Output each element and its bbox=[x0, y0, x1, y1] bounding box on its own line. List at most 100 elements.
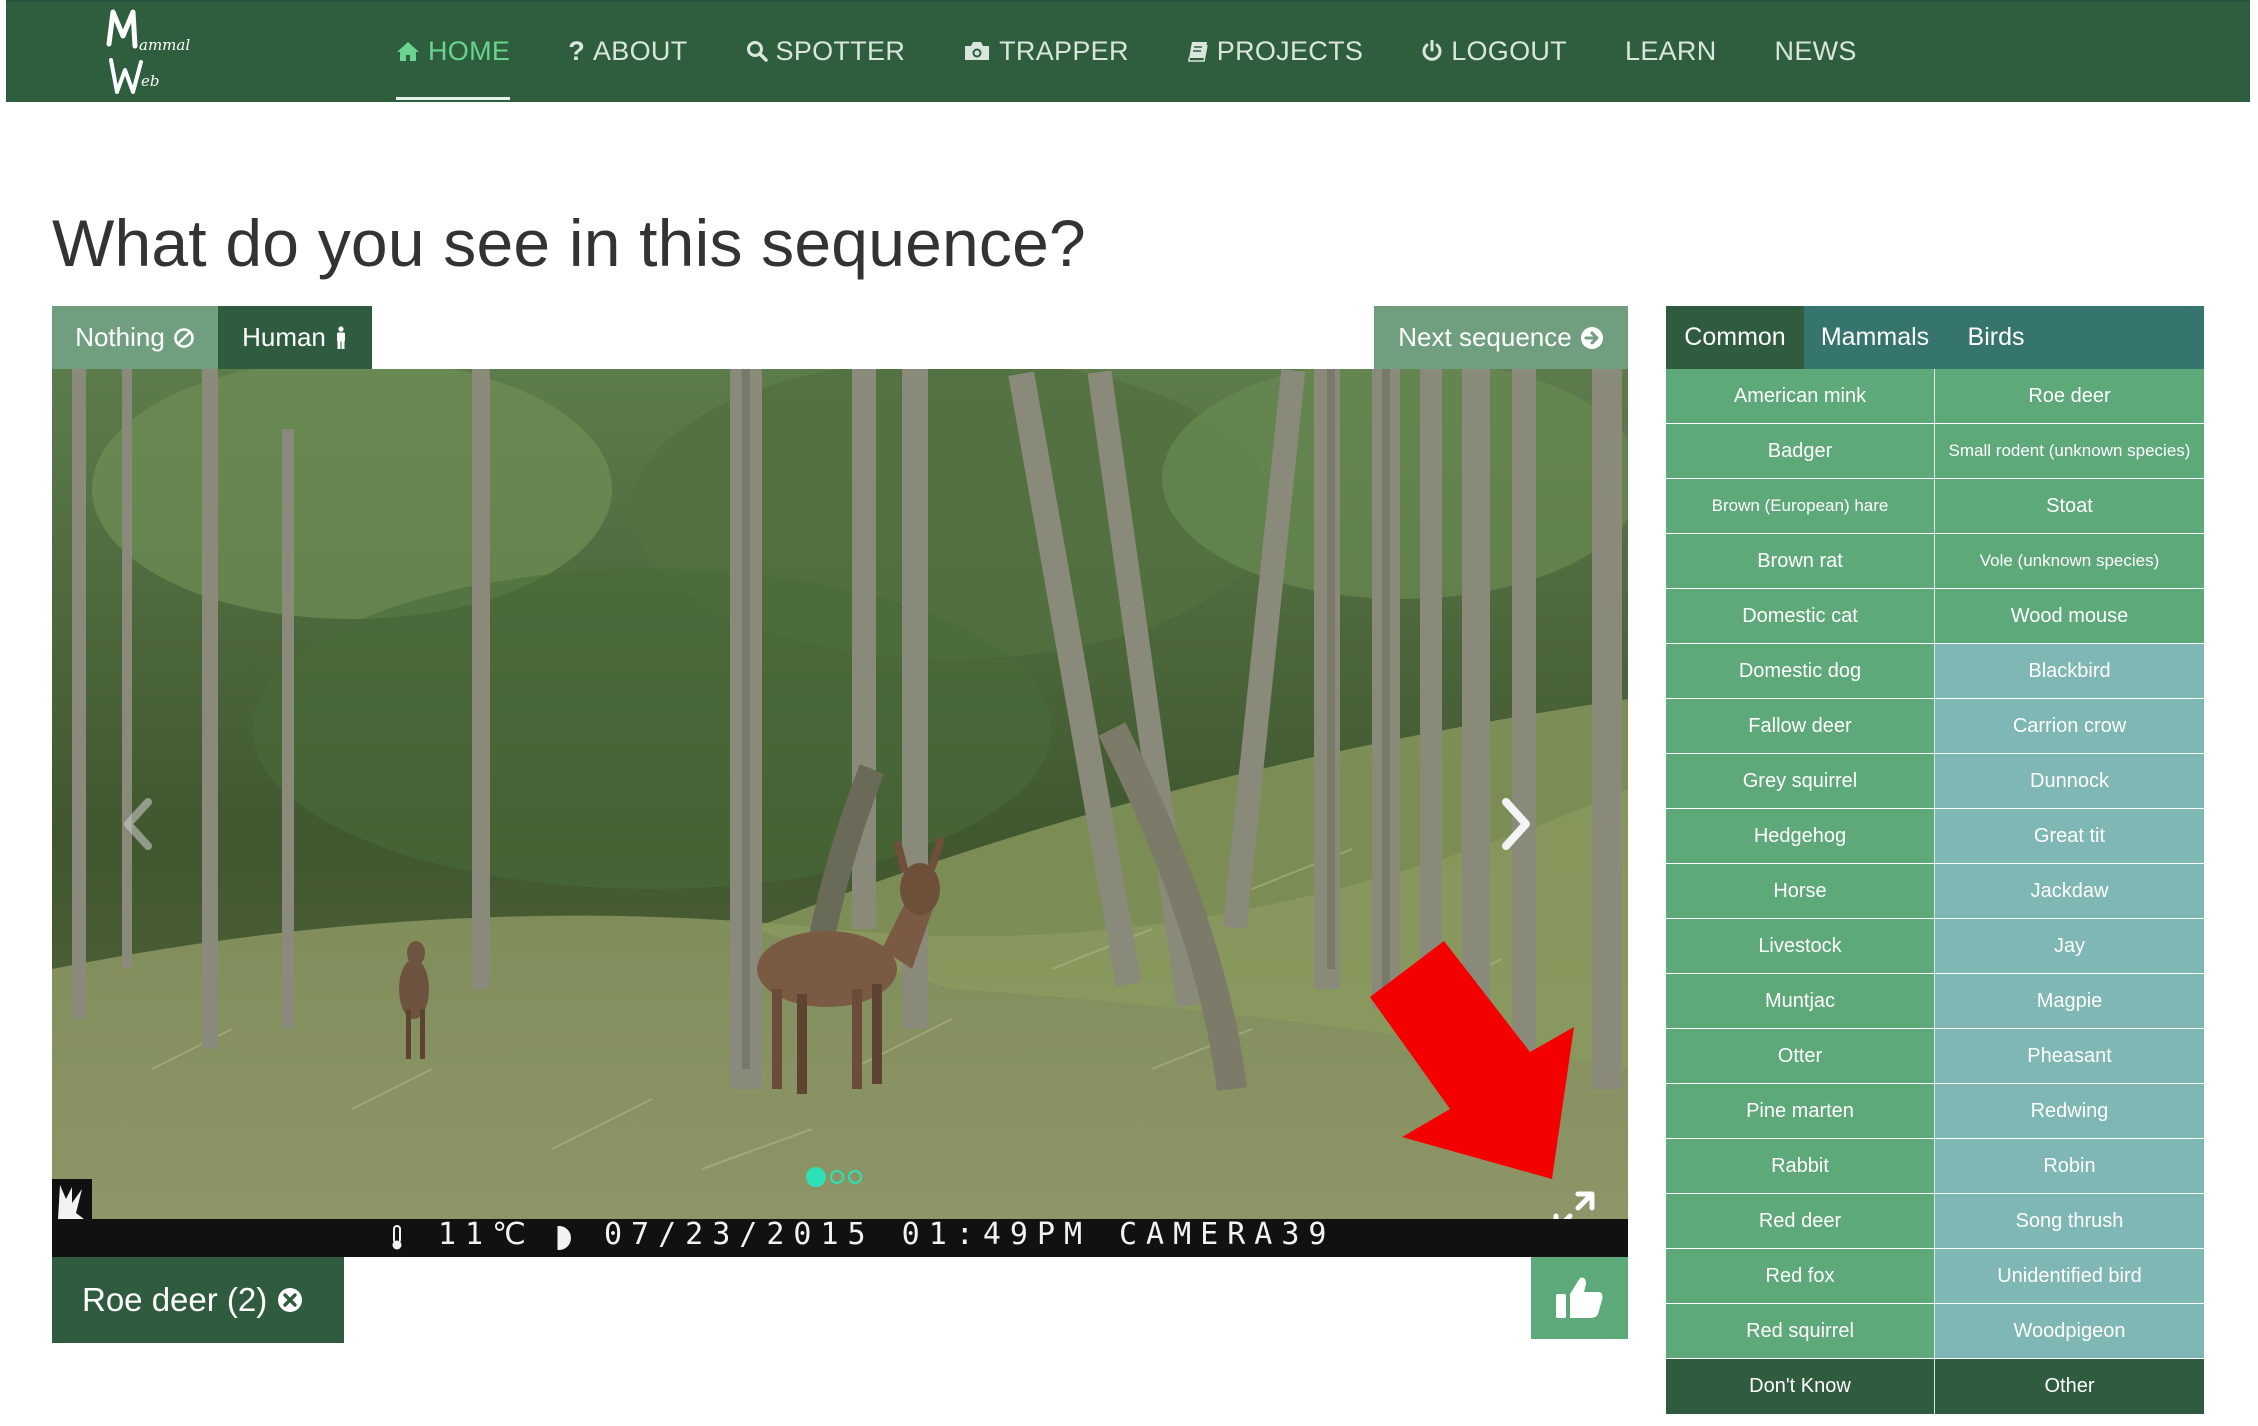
mammalweb-logo[interactable]: ammal eb bbox=[101, 6, 191, 98]
species-footer: Don't Know Other bbox=[1666, 1359, 2204, 1415]
species-button-fallow-deer[interactable]: Fallow deer bbox=[1666, 699, 1935, 753]
confirm-button[interactable] bbox=[1531, 1257, 1628, 1339]
page: { "nav": { "logo_text": "Mammal Web", "i… bbox=[0, 0, 2258, 1426]
species-button-carrion-crow[interactable]: Carrion crow bbox=[1935, 699, 2204, 753]
book-icon bbox=[1187, 40, 1209, 62]
search-icon bbox=[746, 40, 768, 62]
nav-trapper-label: TRAPPER bbox=[999, 35, 1129, 66]
tab-mammals[interactable]: Mammals bbox=[1804, 306, 1946, 369]
dont-know-button[interactable]: Don't Know bbox=[1666, 1359, 1935, 1414]
home-icon bbox=[396, 40, 420, 62]
camera-info-bar: 11℃ 07/23/2015 01:49PM CAMERA39 bbox=[52, 1217, 1628, 1257]
species-button-red-fox[interactable]: Red fox bbox=[1666, 1249, 1935, 1303]
temperature-readout: 11℃ bbox=[438, 1217, 535, 1252]
nav-learn[interactable]: LEARN bbox=[1625, 2, 1717, 100]
nav-logout-label: LOGOUT bbox=[1451, 35, 1567, 66]
human-button[interactable]: Human bbox=[218, 306, 372, 369]
next-image-button[interactable] bbox=[1492, 789, 1542, 859]
next-sequence-button[interactable]: Next sequence bbox=[1374, 306, 1628, 369]
species-button-pine-marten[interactable]: Pine marten bbox=[1666, 1084, 1935, 1138]
species-button-domestic-cat[interactable]: Domestic cat bbox=[1666, 589, 1935, 643]
nav-home[interactable]: HOME bbox=[396, 2, 511, 100]
species-button-otter[interactable]: Otter bbox=[1666, 1029, 1935, 1083]
previous-image-button[interactable] bbox=[112, 789, 162, 859]
svg-text:eb: eb bbox=[141, 72, 159, 90]
human-button-label: Human bbox=[242, 322, 326, 352]
species-button-vole-unknown-species[interactable]: Vole (unknown species) bbox=[1935, 534, 2204, 588]
sequence-viewer[interactable]: 11℃ 07/23/2015 01:49PM CAMERA39 bbox=[52, 369, 1628, 1257]
species-button-unidentified-bird[interactable]: Unidentified bird bbox=[1935, 1249, 2204, 1303]
slide-dot-active[interactable] bbox=[806, 1167, 826, 1187]
remove-circle-icon[interactable] bbox=[277, 1287, 303, 1313]
selected-species-tag[interactable]: Roe deer (2) bbox=[52, 1257, 344, 1343]
species-panel: Common Mammals Birds American mink Roe de… bbox=[1666, 306, 2204, 1415]
nothing-button-label: Nothing bbox=[75, 322, 165, 352]
species-grid: American mink Roe deer Badger Small rodent … bbox=[1666, 369, 2204, 1359]
species-button-horse[interactable]: Horse bbox=[1666, 864, 1935, 918]
species-button-badger[interactable]: Badger bbox=[1666, 424, 1935, 478]
slide-indicators bbox=[806, 1167, 862, 1187]
species-button-red-squirrel[interactable]: Red squirrel bbox=[1666, 1304, 1935, 1358]
nav-projects[interactable]: PROJECTS bbox=[1187, 2, 1363, 100]
chevron-left-icon bbox=[124, 798, 152, 850]
species-button-dunnock[interactable]: Dunnock bbox=[1935, 754, 2204, 808]
camera-readout: CAMERA39 bbox=[1119, 1217, 1336, 1252]
selected-species-label: Roe deer (2) bbox=[82, 1281, 268, 1318]
navbar: ammal eb HOME ? ABOUT SPOTTER TRAPPER PR… bbox=[6, 0, 2250, 102]
arrow-circle-right-icon bbox=[1580, 326, 1603, 349]
species-button-jay[interactable]: Jay bbox=[1935, 919, 2204, 973]
camera-icon bbox=[963, 40, 991, 62]
camera-trap-photo bbox=[52, 369, 1628, 1219]
slide-dot[interactable] bbox=[848, 1170, 862, 1184]
nav-home-label: HOME bbox=[428, 35, 511, 66]
nav-news-label: NEWS bbox=[1774, 35, 1857, 66]
question-icon: ? bbox=[568, 35, 585, 66]
svg-text:ammal: ammal bbox=[139, 36, 190, 54]
other-button[interactable]: Other bbox=[1935, 1359, 2204, 1414]
species-button-brown-european-hare[interactable]: Brown (European) hare bbox=[1666, 479, 1935, 533]
species-button-wood-mouse[interactable]: Wood mouse bbox=[1935, 589, 2204, 643]
nav-news[interactable]: NEWS bbox=[1775, 2, 1857, 100]
species-button-domestic-dog[interactable]: Domestic dog bbox=[1666, 644, 1935, 698]
species-button-red-deer[interactable]: Red deer bbox=[1666, 1194, 1935, 1248]
main-nav: HOME ? ABOUT SPOTTER TRAPPER PROJECTS LO… bbox=[396, 2, 1915, 102]
nav-spotter-label: SPOTTER bbox=[775, 35, 906, 66]
tab-common[interactable]: Common bbox=[1666, 306, 1804, 369]
species-button-redwing[interactable]: Redwing bbox=[1935, 1084, 2204, 1138]
next-sequence-label: Next sequence bbox=[1398, 322, 1572, 352]
nothing-button[interactable]: Nothing bbox=[52, 306, 218, 369]
species-button-brown-rat[interactable]: Brown rat bbox=[1666, 534, 1935, 588]
tab-birds[interactable]: Birds bbox=[1946, 306, 2046, 369]
power-icon bbox=[1421, 40, 1443, 62]
species-button-pheasant[interactable]: Pheasant bbox=[1935, 1029, 2204, 1083]
chevron-right-icon bbox=[1502, 798, 1530, 850]
species-button-american-mink[interactable]: American mink bbox=[1666, 369, 1935, 423]
nav-trapper[interactable]: TRAPPER bbox=[963, 2, 1129, 100]
page-title: What do you see in this sequence? bbox=[52, 206, 1086, 280]
species-button-woodpigeon[interactable]: Woodpigeon bbox=[1935, 1304, 2204, 1358]
species-button-small-rodent-unknown-species[interactable]: Small rodent (unknown species) bbox=[1935, 424, 2204, 478]
species-button-hedgehog[interactable]: Hedgehog bbox=[1666, 809, 1935, 863]
species-button-stoat[interactable]: Stoat bbox=[1935, 479, 2204, 533]
logo-mark: ammal eb bbox=[106, 9, 190, 94]
nav-about[interactable]: ? ABOUT bbox=[568, 2, 687, 100]
nav-logout[interactable]: LOGOUT bbox=[1421, 2, 1567, 100]
species-button-robin[interactable]: Robin bbox=[1935, 1139, 2204, 1193]
nav-spotter[interactable]: SPOTTER bbox=[746, 2, 906, 100]
species-button-roe-deer[interactable]: Roe deer bbox=[1935, 369, 2204, 423]
thumbs-up-icon bbox=[1555, 1277, 1602, 1318]
nav-projects-label: PROJECTS bbox=[1216, 35, 1364, 66]
species-button-song-thrush[interactable]: Song thrush bbox=[1935, 1194, 2204, 1248]
slide-dot[interactable] bbox=[830, 1170, 844, 1184]
species-button-great-tit[interactable]: Great tit bbox=[1935, 809, 2204, 863]
species-button-magpie[interactable]: Magpie bbox=[1935, 974, 2204, 1028]
person-icon bbox=[336, 325, 345, 349]
species-button-livestock[interactable]: Livestock bbox=[1666, 919, 1935, 973]
species-button-jackdaw[interactable]: Jackdaw bbox=[1935, 864, 2204, 918]
species-button-grey-squirrel[interactable]: Grey squirrel bbox=[1666, 754, 1935, 808]
thermometer-icon bbox=[392, 1225, 402, 1250]
species-button-muntjac[interactable]: Muntjac bbox=[1666, 974, 1935, 1028]
species-button-blackbird[interactable]: Blackbird bbox=[1935, 644, 2204, 698]
moon-phase-icon bbox=[557, 1226, 571, 1250]
species-button-rabbit[interactable]: Rabbit bbox=[1666, 1139, 1935, 1193]
